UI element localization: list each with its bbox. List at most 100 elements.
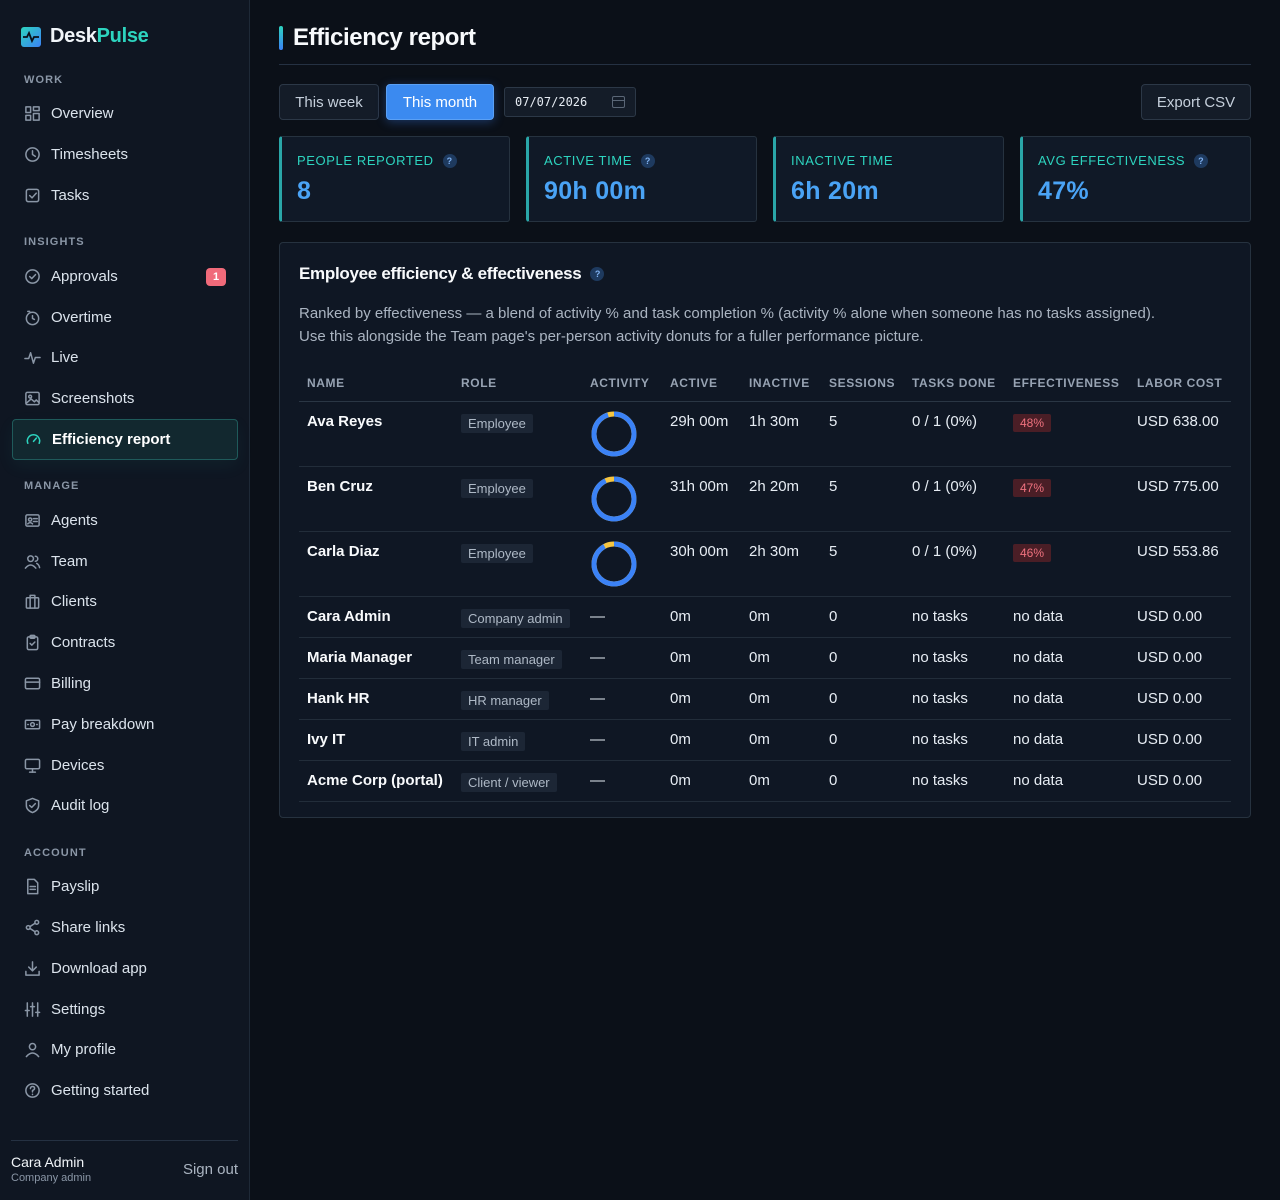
sidebar-item-live[interactable]: Live xyxy=(12,337,238,378)
sidebar-item-audit-log[interactable]: Audit log xyxy=(12,785,238,826)
role-chip: IT admin xyxy=(461,731,526,751)
cell-labor-cost: USD 0.00 xyxy=(1129,678,1231,720)
sidebar-item-label: Tasks xyxy=(51,187,90,204)
sign-out-button[interactable]: Sign out xyxy=(183,1161,238,1178)
sidebar-item-settings[interactable]: Settings xyxy=(12,989,238,1030)
cell-sessions: 0 xyxy=(821,760,904,802)
table-row[interactable]: Ivy IT IT admin — 0m 0m 0 no tasks no da… xyxy=(299,719,1231,761)
cell-active: 0m xyxy=(662,760,741,802)
col-header-effectiveness[interactable]: EFFECTIVENESS xyxy=(1005,365,1129,402)
cell-effectiveness: no data xyxy=(1005,596,1129,638)
id-card-icon xyxy=(23,512,41,530)
kpi-value: 8 xyxy=(297,177,312,205)
kpi-avg-effectiveness: AVG EFFECTIVENESS? 47% xyxy=(1020,136,1251,222)
sidebar-item-billing[interactable]: Billing xyxy=(12,663,238,704)
sidebar-item-pay-breakdown[interactable]: Pay breakdown xyxy=(12,704,238,745)
col-header-inactive[interactable]: INACTIVE xyxy=(741,365,821,402)
help-circle-icon xyxy=(23,1082,41,1100)
credit-card-icon xyxy=(23,675,41,693)
sidebar-item-approvals[interactable]: Approvals 1 xyxy=(12,256,238,297)
date-input[interactable]: 07/07/2026 xyxy=(504,87,636,117)
table-row[interactable]: Carla Diaz Employee 30h 00m 2h 30m 5 0 /… xyxy=(299,531,1231,597)
sidebar-item-label: Clients xyxy=(51,593,97,610)
cell-activity: — xyxy=(582,760,662,802)
sidebar-item-payslip[interactable]: Payslip xyxy=(12,866,238,907)
table-row[interactable]: Hank HR HR manager — 0m 0m 0 no tasks no… xyxy=(299,678,1231,720)
sidebar-item-clients[interactable]: Clients xyxy=(12,581,238,622)
sidebar-item-label: Overview xyxy=(51,105,114,122)
brand-name: DeskPulse xyxy=(50,25,149,47)
sidebar-item-label: Devices xyxy=(51,757,105,774)
cell-name: Carla Diaz xyxy=(299,531,453,597)
sidebar-item-share-links[interactable]: Share links xyxy=(12,907,238,948)
activity-donut xyxy=(591,411,637,456)
table-row[interactable]: Ava Reyes Employee 29h 00m 1h 30m 5 0 / … xyxy=(299,401,1231,467)
this-month-button[interactable]: This month xyxy=(386,84,494,120)
kpi-label: INACTIVE TIME xyxy=(791,153,894,168)
kpi-value: 6h 20m xyxy=(791,177,879,205)
check-circle-icon xyxy=(23,268,41,286)
cell-inactive: 1h 30m xyxy=(741,401,821,467)
sidebar-item-agents[interactable]: Agents xyxy=(12,500,238,541)
col-header-role[interactable]: ROLE xyxy=(453,365,582,402)
this-week-button[interactable]: This week xyxy=(279,84,379,120)
title-accent-bar xyxy=(279,26,283,50)
user-name: Cara Admin xyxy=(11,1154,85,1170)
kpi-label: ACTIVE TIME xyxy=(544,153,632,168)
activity-pulse-icon xyxy=(23,349,41,367)
sidebar-item-label: Pay breakdown xyxy=(51,716,155,733)
sidebar-item-my-profile[interactable]: My profile xyxy=(12,1029,238,1070)
sidebar-item-overview[interactable]: Overview xyxy=(12,93,238,134)
help-icon[interactable]: ? xyxy=(590,267,605,281)
cell-active: 31h 00m xyxy=(662,466,741,532)
shield-check-icon xyxy=(23,797,41,815)
cell-inactive: 0m xyxy=(741,596,821,638)
sidebar-item-overtime[interactable]: Overtime xyxy=(12,297,238,338)
sidebar-item-label: Overtime xyxy=(51,309,112,326)
col-header-tasks-done[interactable]: TASKS DONE xyxy=(904,365,1005,402)
sidebar-item-devices[interactable]: Devices xyxy=(12,745,238,786)
export-csv-button[interactable]: Export CSV xyxy=(1141,84,1251,120)
efficiency-table: NAME ROLE ACTIVITY ACTIVE INACTIVE SESSI… xyxy=(299,365,1231,802)
sidebar-item-screenshots[interactable]: Screenshots xyxy=(12,378,238,419)
sidebar-item-download-app[interactable]: Download app xyxy=(12,948,238,989)
calendar-icon[interactable] xyxy=(612,96,625,108)
cell-effectiveness: no data xyxy=(1005,637,1129,679)
sidebar-item-getting-started[interactable]: Getting started xyxy=(12,1070,238,1111)
cell-active: 0m xyxy=(662,637,741,679)
help-icon[interactable]: ? xyxy=(640,153,655,168)
sidebar-item-efficiency-report[interactable]: Efficiency report xyxy=(12,419,238,460)
sidebar-item-tasks[interactable]: Tasks xyxy=(12,175,238,216)
cell-tasks-done: no tasks xyxy=(904,678,1005,720)
col-header-active[interactable]: ACTIVE xyxy=(662,365,741,402)
table-row[interactable]: Maria Manager Team manager — 0m 0m 0 no … xyxy=(299,637,1231,679)
pulse-logo-icon xyxy=(21,26,41,47)
help-icon[interactable]: ? xyxy=(442,153,457,168)
cell-labor-cost: USD 0.00 xyxy=(1129,637,1231,679)
col-header-name[interactable]: NAME xyxy=(299,365,453,402)
table-row[interactable]: Cara Admin Company admin — 0m 0m 0 no ta… xyxy=(299,596,1231,638)
cell-active: 30h 00m xyxy=(662,531,741,597)
cell-activity: — xyxy=(582,637,662,679)
cell-name: Ben Cruz xyxy=(299,466,453,532)
sidebar-item-label: My profile xyxy=(51,1041,117,1058)
col-header-sessions[interactable]: SESSIONS xyxy=(821,365,904,402)
sidebar-item-label: Payslip xyxy=(51,878,100,895)
card-title: Employee efficiency & effectiveness xyxy=(299,264,582,283)
effectiveness-badge: 48% xyxy=(1013,413,1052,432)
download-icon xyxy=(23,960,41,978)
role-chip: Company admin xyxy=(461,608,570,628)
col-header-activity[interactable]: ACTIVITY xyxy=(582,365,662,402)
sidebar-item-team[interactable]: Team xyxy=(12,541,238,582)
col-header-labor-cost[interactable]: LABOR COST xyxy=(1129,365,1231,402)
table-row[interactable]: Acme Corp (portal) Client / viewer — 0m … xyxy=(299,760,1231,802)
table-row[interactable]: Ben Cruz Employee 31h 00m 2h 20m 5 0 / 1… xyxy=(299,466,1231,532)
sidebar-item-contracts[interactable]: Contracts xyxy=(12,622,238,663)
sidebar-item-label: Approvals xyxy=(51,268,118,285)
sidebar-item-timesheets[interactable]: Timesheets xyxy=(12,134,238,175)
cell-inactive: 0m xyxy=(741,719,821,761)
cell-inactive: 0m xyxy=(741,678,821,720)
help-icon[interactable]: ? xyxy=(1194,153,1209,168)
cell-inactive: 0m xyxy=(741,637,821,679)
brand[interactable]: DeskPulse xyxy=(21,25,149,48)
